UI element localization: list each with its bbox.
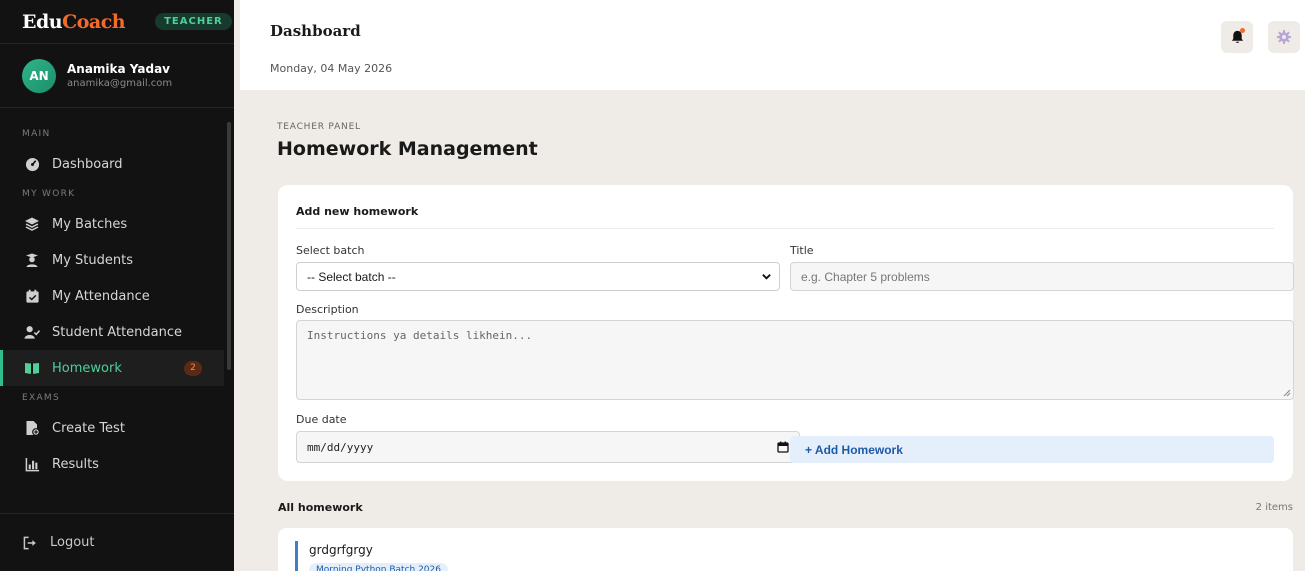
title-input-placeholder: e.g. Chapter 5 problems bbox=[801, 269, 930, 284]
brand-row: EduCoach TEACHER bbox=[0, 0, 234, 44]
topbar: Dashboard Monday, 04 May 2026 bbox=[234, 0, 1305, 90]
sidebar-nav: MAIN Dashboard MY WORK My Batches My Stu… bbox=[0, 108, 234, 482]
role-badge: TEACHER bbox=[155, 13, 232, 30]
card-title: Add new homework bbox=[296, 205, 419, 218]
batch-select-value: -- Select batch -- bbox=[307, 269, 396, 284]
sidebar-item-student-attendance[interactable]: Student Attendance bbox=[0, 314, 224, 350]
logout-button[interactable]: Logout bbox=[0, 513, 234, 571]
sidebar-item-create-test[interactable]: Create Test bbox=[0, 410, 224, 446]
topbar-gutter bbox=[234, 0, 240, 90]
sidebar: EduCoach TEACHER AN Anamika Yadav anamik… bbox=[0, 0, 234, 571]
dashboard-gauge-icon bbox=[24, 156, 40, 172]
homework-count: 2 items bbox=[1255, 502, 1293, 513]
nav-section-main: MAIN bbox=[22, 129, 51, 139]
user-email: anamika@gmail.com bbox=[67, 78, 173, 89]
homework-title: grdgrfgrgy bbox=[309, 543, 373, 557]
calendar-icon[interactable] bbox=[777, 441, 789, 453]
user-name: Anamika Yadav bbox=[67, 62, 170, 76]
sidebar-item-results[interactable]: Results bbox=[0, 446, 224, 482]
section-title: Homework Management bbox=[277, 138, 538, 160]
sidebar-item-my-batches[interactable]: My Batches bbox=[0, 206, 224, 242]
sidebar-item-my-attendance[interactable]: My Attendance bbox=[0, 278, 224, 314]
brand-logo-part1: Edu bbox=[22, 10, 63, 33]
brand-logo[interactable]: EduCoach bbox=[22, 10, 126, 33]
sidebar-scrollbar-thumb[interactable] bbox=[227, 122, 231, 370]
avatar: AN bbox=[22, 58, 56, 93]
sidebar-item-label: Create Test bbox=[52, 420, 125, 436]
homework-list-title: All homework bbox=[278, 501, 363, 514]
file-edit-icon bbox=[24, 420, 40, 436]
user-info: Anamika Yadav anamika@gmail.com bbox=[67, 62, 172, 89]
homework-count-badge: 2 bbox=[184, 360, 202, 376]
due-date-placeholder: mm/dd/yyyy bbox=[307, 440, 374, 454]
batch-chip: Morning Python Batch 2026 bbox=[309, 563, 448, 571]
gear-icon bbox=[1277, 30, 1291, 44]
batch-select[interactable]: -- Select batch -- bbox=[296, 262, 780, 291]
add-homework-button[interactable]: + Add Homework bbox=[790, 436, 1274, 463]
calendar-check-icon bbox=[24, 288, 40, 304]
book-open-icon bbox=[24, 360, 40, 376]
sidebar-item-label: Results bbox=[52, 456, 99, 472]
add-homework-card: Add new homework Select batch -- Select … bbox=[278, 185, 1294, 481]
page-title: Dashboard bbox=[270, 22, 361, 40]
due-date-input[interactable]: mm/dd/yyyy bbox=[296, 431, 800, 463]
title-label: Title bbox=[790, 244, 814, 257]
sidebar-item-homework[interactable]: Homework 2 bbox=[0, 350, 224, 386]
notification-dot bbox=[1240, 28, 1245, 33]
sidebar-item-dashboard[interactable]: Dashboard bbox=[0, 146, 224, 182]
logout-icon bbox=[23, 536, 38, 550]
sidebar-item-label: My Attendance bbox=[52, 288, 150, 304]
user-profile[interactable]: AN Anamika Yadav anamika@gmail.com bbox=[0, 44, 234, 108]
description-placeholder: Instructions ya details likhein... bbox=[307, 329, 533, 342]
sidebar-item-label: Homework bbox=[52, 360, 122, 376]
notifications-button[interactable] bbox=[1221, 21, 1253, 53]
description-textarea[interactable]: Instructions ya details likhein... bbox=[296, 320, 1294, 400]
card-divider bbox=[296, 228, 1274, 229]
sidebar-item-label: My Batches bbox=[52, 216, 128, 232]
description-label: Description bbox=[296, 303, 359, 316]
list-item[interactable]: grdgrfgrgy Morning Python Batch 2026 bbox=[278, 528, 1293, 571]
resize-grip-icon[interactable] bbox=[1283, 389, 1291, 397]
settings-button[interactable] bbox=[1268, 21, 1300, 53]
sidebar-item-label: My Students bbox=[52, 252, 133, 268]
brand-logo-part2: Coach bbox=[62, 10, 126, 33]
user-check-icon bbox=[24, 324, 40, 340]
sidebar-item-my-students[interactable]: My Students bbox=[0, 242, 224, 278]
layers-icon bbox=[24, 216, 40, 232]
chevron-down-icon bbox=[762, 274, 771, 280]
due-date-label: Due date bbox=[296, 413, 347, 426]
nav-section-my-work: MY WORK bbox=[22, 189, 76, 199]
nav-section-exams: EXAMS bbox=[22, 393, 60, 403]
logout-label: Logout bbox=[50, 535, 95, 550]
current-date: Monday, 04 May 2026 bbox=[270, 62, 393, 75]
graduate-icon bbox=[24, 252, 40, 268]
panel-label: TEACHER PANEL bbox=[277, 122, 361, 132]
batch-label: Select batch bbox=[296, 244, 365, 257]
sidebar-item-label: Student Attendance bbox=[52, 324, 183, 340]
sidebar-item-label: Dashboard bbox=[52, 156, 123, 172]
bar-chart-icon bbox=[24, 456, 40, 472]
sidebar-scrollbar[interactable] bbox=[226, 118, 232, 512]
title-input[interactable]: e.g. Chapter 5 problems bbox=[790, 262, 1294, 291]
list-item-accent bbox=[295, 541, 298, 571]
